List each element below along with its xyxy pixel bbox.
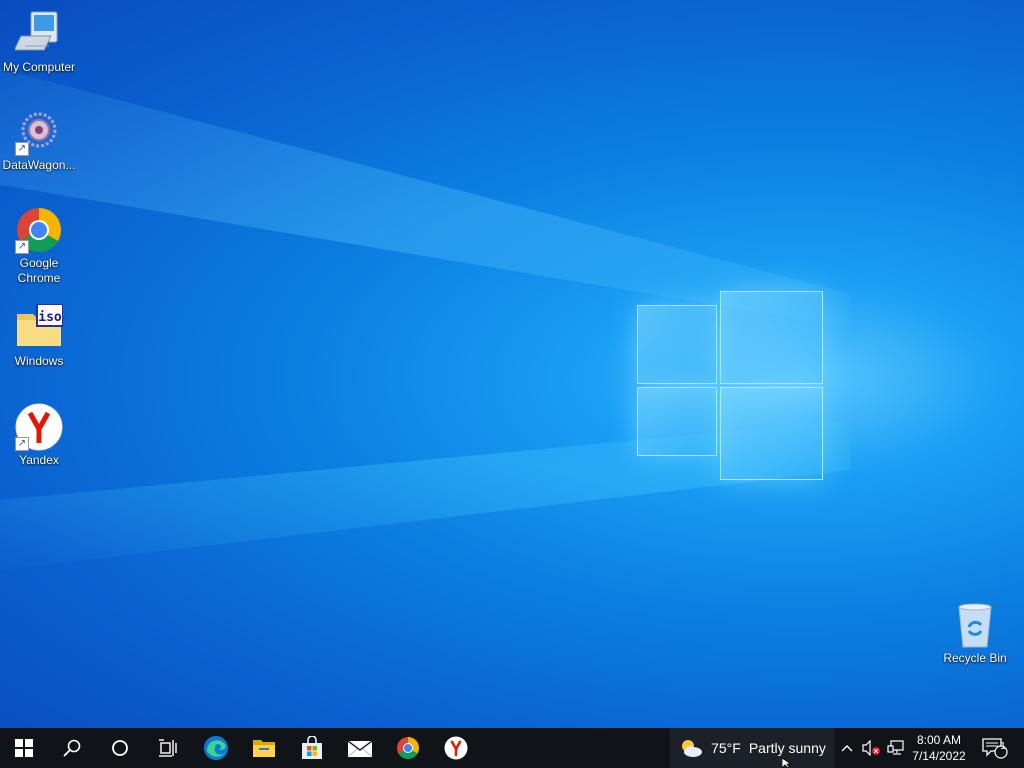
taskbar: 75°F Partly sunny 8:00 AM 7/14/2022 1	[0, 728, 1024, 768]
search-icon	[63, 739, 81, 757]
desktop-icon-label: Windows	[14, 354, 64, 368]
volume-muted-icon	[862, 740, 880, 756]
iso-folder-icon: iso	[15, 303, 64, 352]
clock[interactable]: 8:00 AM 7/14/2022	[909, 728, 969, 768]
desktop-icon-label: DataWagon...	[2, 158, 76, 172]
computer-icon	[13, 10, 63, 58]
cortana-button[interactable]	[96, 728, 144, 768]
search-button[interactable]	[48, 728, 96, 768]
weather-condition: Partly sunny	[748, 740, 826, 756]
shortcut-arrow-icon: ↗	[15, 142, 29, 156]
desktop-icon-recycle-bin[interactable]: Recycle Bin	[936, 601, 1014, 666]
mail-icon	[347, 740, 373, 758]
taskbar-mail[interactable]	[336, 728, 384, 768]
logo-pane	[637, 387, 717, 456]
desktop-icon-my-computer[interactable]: My Computer	[0, 10, 78, 75]
weather-widget[interactable]: 75°F Partly sunny	[670, 728, 835, 768]
network-button[interactable]	[885, 728, 907, 768]
task-view-icon	[159, 739, 177, 757]
task-view-button[interactable]	[144, 728, 192, 768]
taskbar-edge[interactable]	[192, 728, 240, 768]
shortcut-arrow-icon: ↗	[15, 437, 29, 451]
microsoft-store-icon	[302, 736, 322, 759]
chrome-icon	[397, 737, 419, 759]
taskbar-file-explorer[interactable]	[240, 728, 288, 768]
yandex-icon: ↗	[15, 403, 63, 451]
desktop-icon-label: Yandex	[19, 453, 59, 467]
datawagon-icon: ↗	[15, 108, 63, 156]
volume-button[interactable]	[860, 728, 882, 768]
taskbar-chrome[interactable]	[384, 728, 432, 768]
weather-temperature: 75°F	[711, 740, 741, 756]
network-icon	[887, 740, 904, 755]
notification-count: 1	[1000, 741, 1006, 752]
taskbar-yandex[interactable]	[432, 728, 480, 768]
iso-text: iso	[38, 310, 62, 325]
logo-pane	[720, 387, 823, 480]
start-icon	[15, 739, 33, 757]
action-center-button[interactable]: 1	[978, 728, 1012, 768]
desktop[interactable]: My Computer ↗ DataWagon... ↗ Google Chro	[0, 0, 1024, 728]
clock-date: 7/14/2022	[912, 749, 966, 763]
logo-pane	[637, 305, 717, 384]
yandex-icon	[444, 736, 468, 760]
partly-sunny-icon	[682, 740, 703, 757]
chrome-icon: ↗	[15, 206, 63, 254]
desktop-icon-label: Google Chrome	[17, 256, 61, 285]
mouse-cursor-icon	[782, 758, 792, 768]
taskbar-microsoft-store[interactable]	[288, 728, 336, 768]
recycle-bin-icon	[951, 601, 999, 649]
clock-time: 8:00 AM	[916, 733, 962, 747]
desktop-icon-google-chrome[interactable]: ↗ Google Chrome	[0, 206, 78, 286]
file-explorer-icon	[253, 740, 275, 757]
desktop-icon-datawagon[interactable]: ↗ DataWagon...	[0, 108, 78, 173]
start-button[interactable]	[0, 728, 48, 768]
show-hidden-icons-button[interactable]	[838, 728, 856, 768]
cortana-icon	[112, 740, 128, 756]
desktop-icon-windows-iso[interactable]: iso Windows	[0, 303, 78, 369]
edge-icon	[204, 736, 228, 760]
desktop-icon-yandex[interactable]: ↗ Yandex	[0, 403, 78, 468]
shortcut-arrow-icon: ↗	[15, 240, 29, 254]
desktop-icon-label: Recycle Bin	[943, 651, 1007, 665]
logo-pane	[720, 291, 823, 384]
desktop-icon-label: My Computer	[2, 60, 76, 74]
chevron-up-icon	[841, 745, 853, 752]
